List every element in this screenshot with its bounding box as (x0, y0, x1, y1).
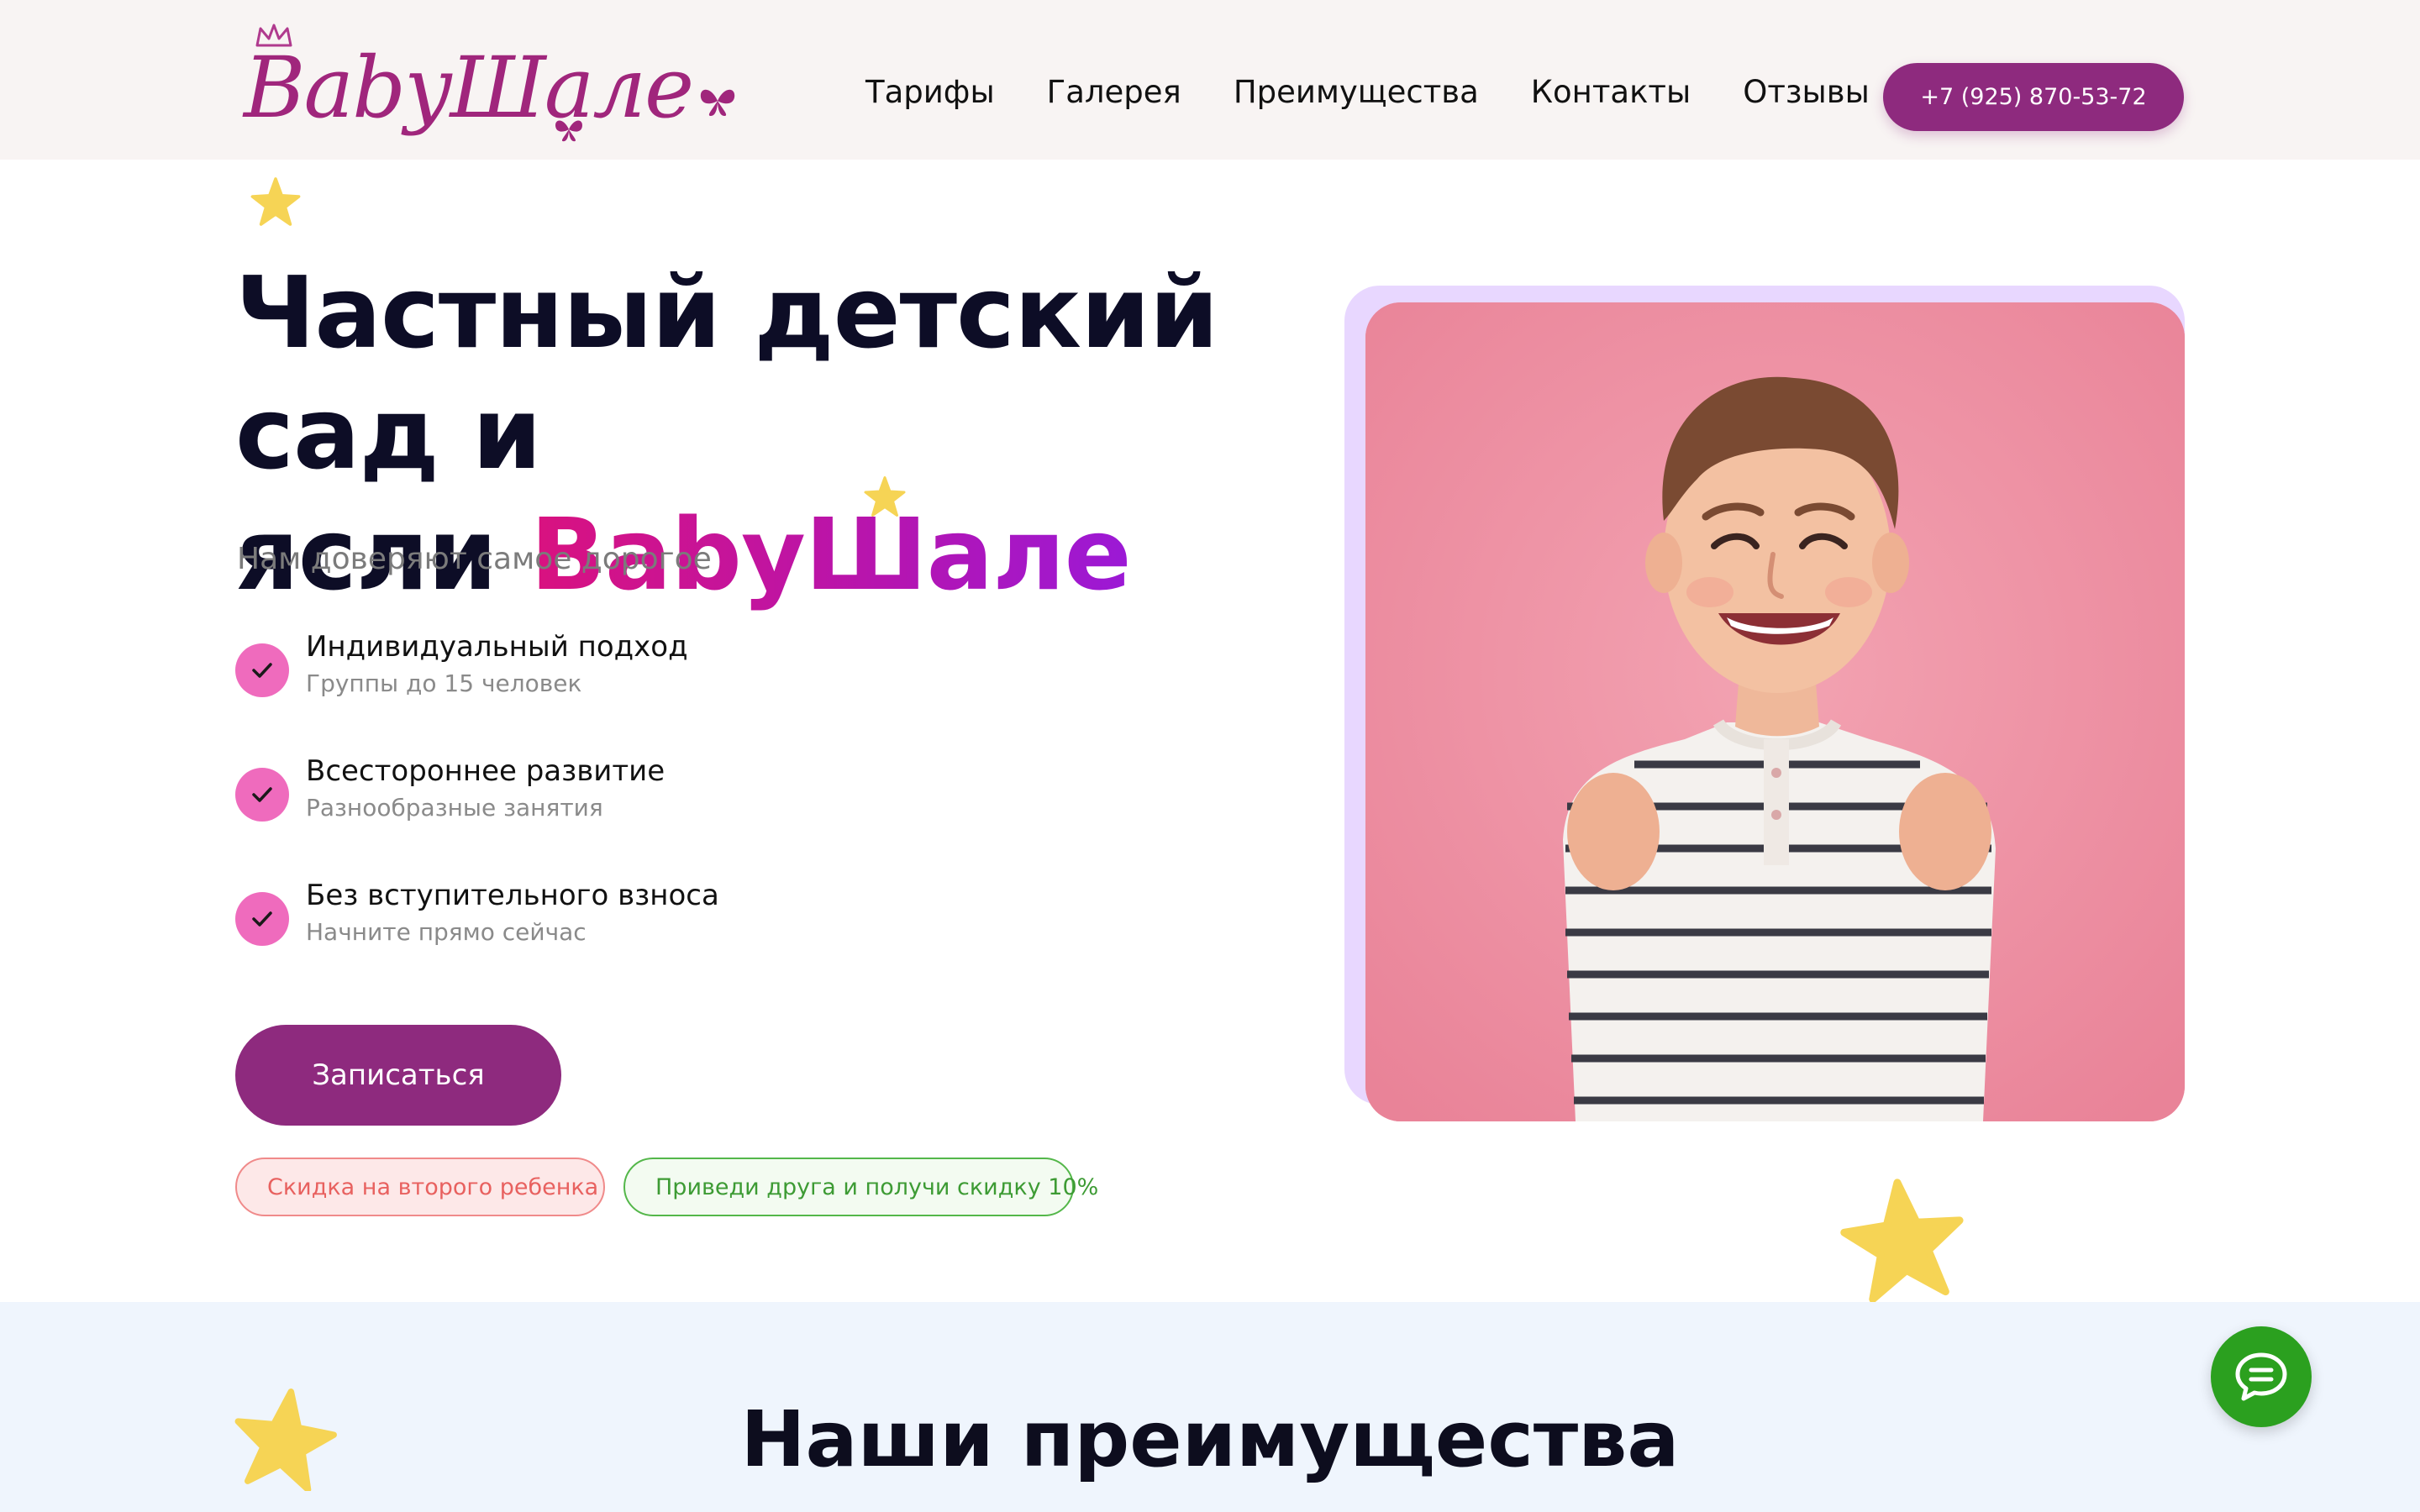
promo-badge-second-child: Скидка на второго ребенка (235, 1158, 605, 1216)
section-title-advantages: Наши преимущества (740, 1394, 1680, 1484)
site-header: BabyШале Тарифы Галерея Преимущества Кон… (0, 0, 2420, 160)
logo-text: BabyШале (244, 39, 694, 137)
feature-item: Всестороннее развитие Разнообразные заня… (235, 753, 665, 827)
nav-item-tariffs[interactable]: Тарифы (865, 74, 995, 110)
feature-subtitle: Начните прямо сейчас (306, 918, 587, 946)
nav-item-gallery[interactable]: Галерея (1047, 74, 1181, 110)
feature-subtitle: Разнообразные занятия (306, 794, 603, 822)
feature-item: Индивидуальный подход Группы до 15 челов… (235, 628, 688, 702)
feature-title: Всестороннее развитие (306, 754, 666, 788)
nav-item-reviews[interactable]: Отзывы (1743, 74, 1870, 110)
nav-item-advantages[interactable]: Преимущества (1234, 74, 1479, 110)
check-icon (235, 643, 289, 697)
butterfly-icon (555, 120, 582, 142)
brand-logo[interactable]: BabyШале (237, 24, 741, 150)
hero-title-line1: Частный детский сад и (235, 255, 1218, 491)
feature-title: Без вступительного взноса (306, 879, 719, 912)
butterfly-icon (700, 89, 735, 116)
child-illustration (1365, 302, 2185, 1121)
check-icon (235, 892, 289, 946)
phone-button[interactable]: +7 (925) 870-53-72 (1883, 63, 2184, 131)
check-icon (235, 768, 289, 822)
feature-subtitle: Группы до 15 человек (306, 669, 582, 697)
hero-photo-child (1365, 302, 2185, 1121)
feature-title: Индивидуальный подход (306, 630, 688, 664)
feature-item: Без вступительного взноса Начните прямо … (235, 877, 719, 951)
badge-text: Скидка на второго ребенка (267, 1173, 599, 1200)
chat-widget-button[interactable] (2211, 1326, 2312, 1427)
badge-text: Приведи друга и получи скидку 10% (655, 1173, 1099, 1200)
hero-subtitle: Нам доверяют самое дорогое (237, 542, 712, 576)
chat-icon (2235, 1352, 2287, 1401)
main-nav: Тарифы Галерея Преимущества Контакты Отз… (865, 74, 1870, 110)
promo-badge-referral: Приведи друга и получи скидку 10% (623, 1158, 1098, 1216)
star-icon (250, 177, 301, 226)
signup-button[interactable]: Записаться (235, 1025, 561, 1126)
star-icon (1840, 1179, 1964, 1302)
nav-item-contacts[interactable]: Контакты (1531, 74, 1691, 110)
